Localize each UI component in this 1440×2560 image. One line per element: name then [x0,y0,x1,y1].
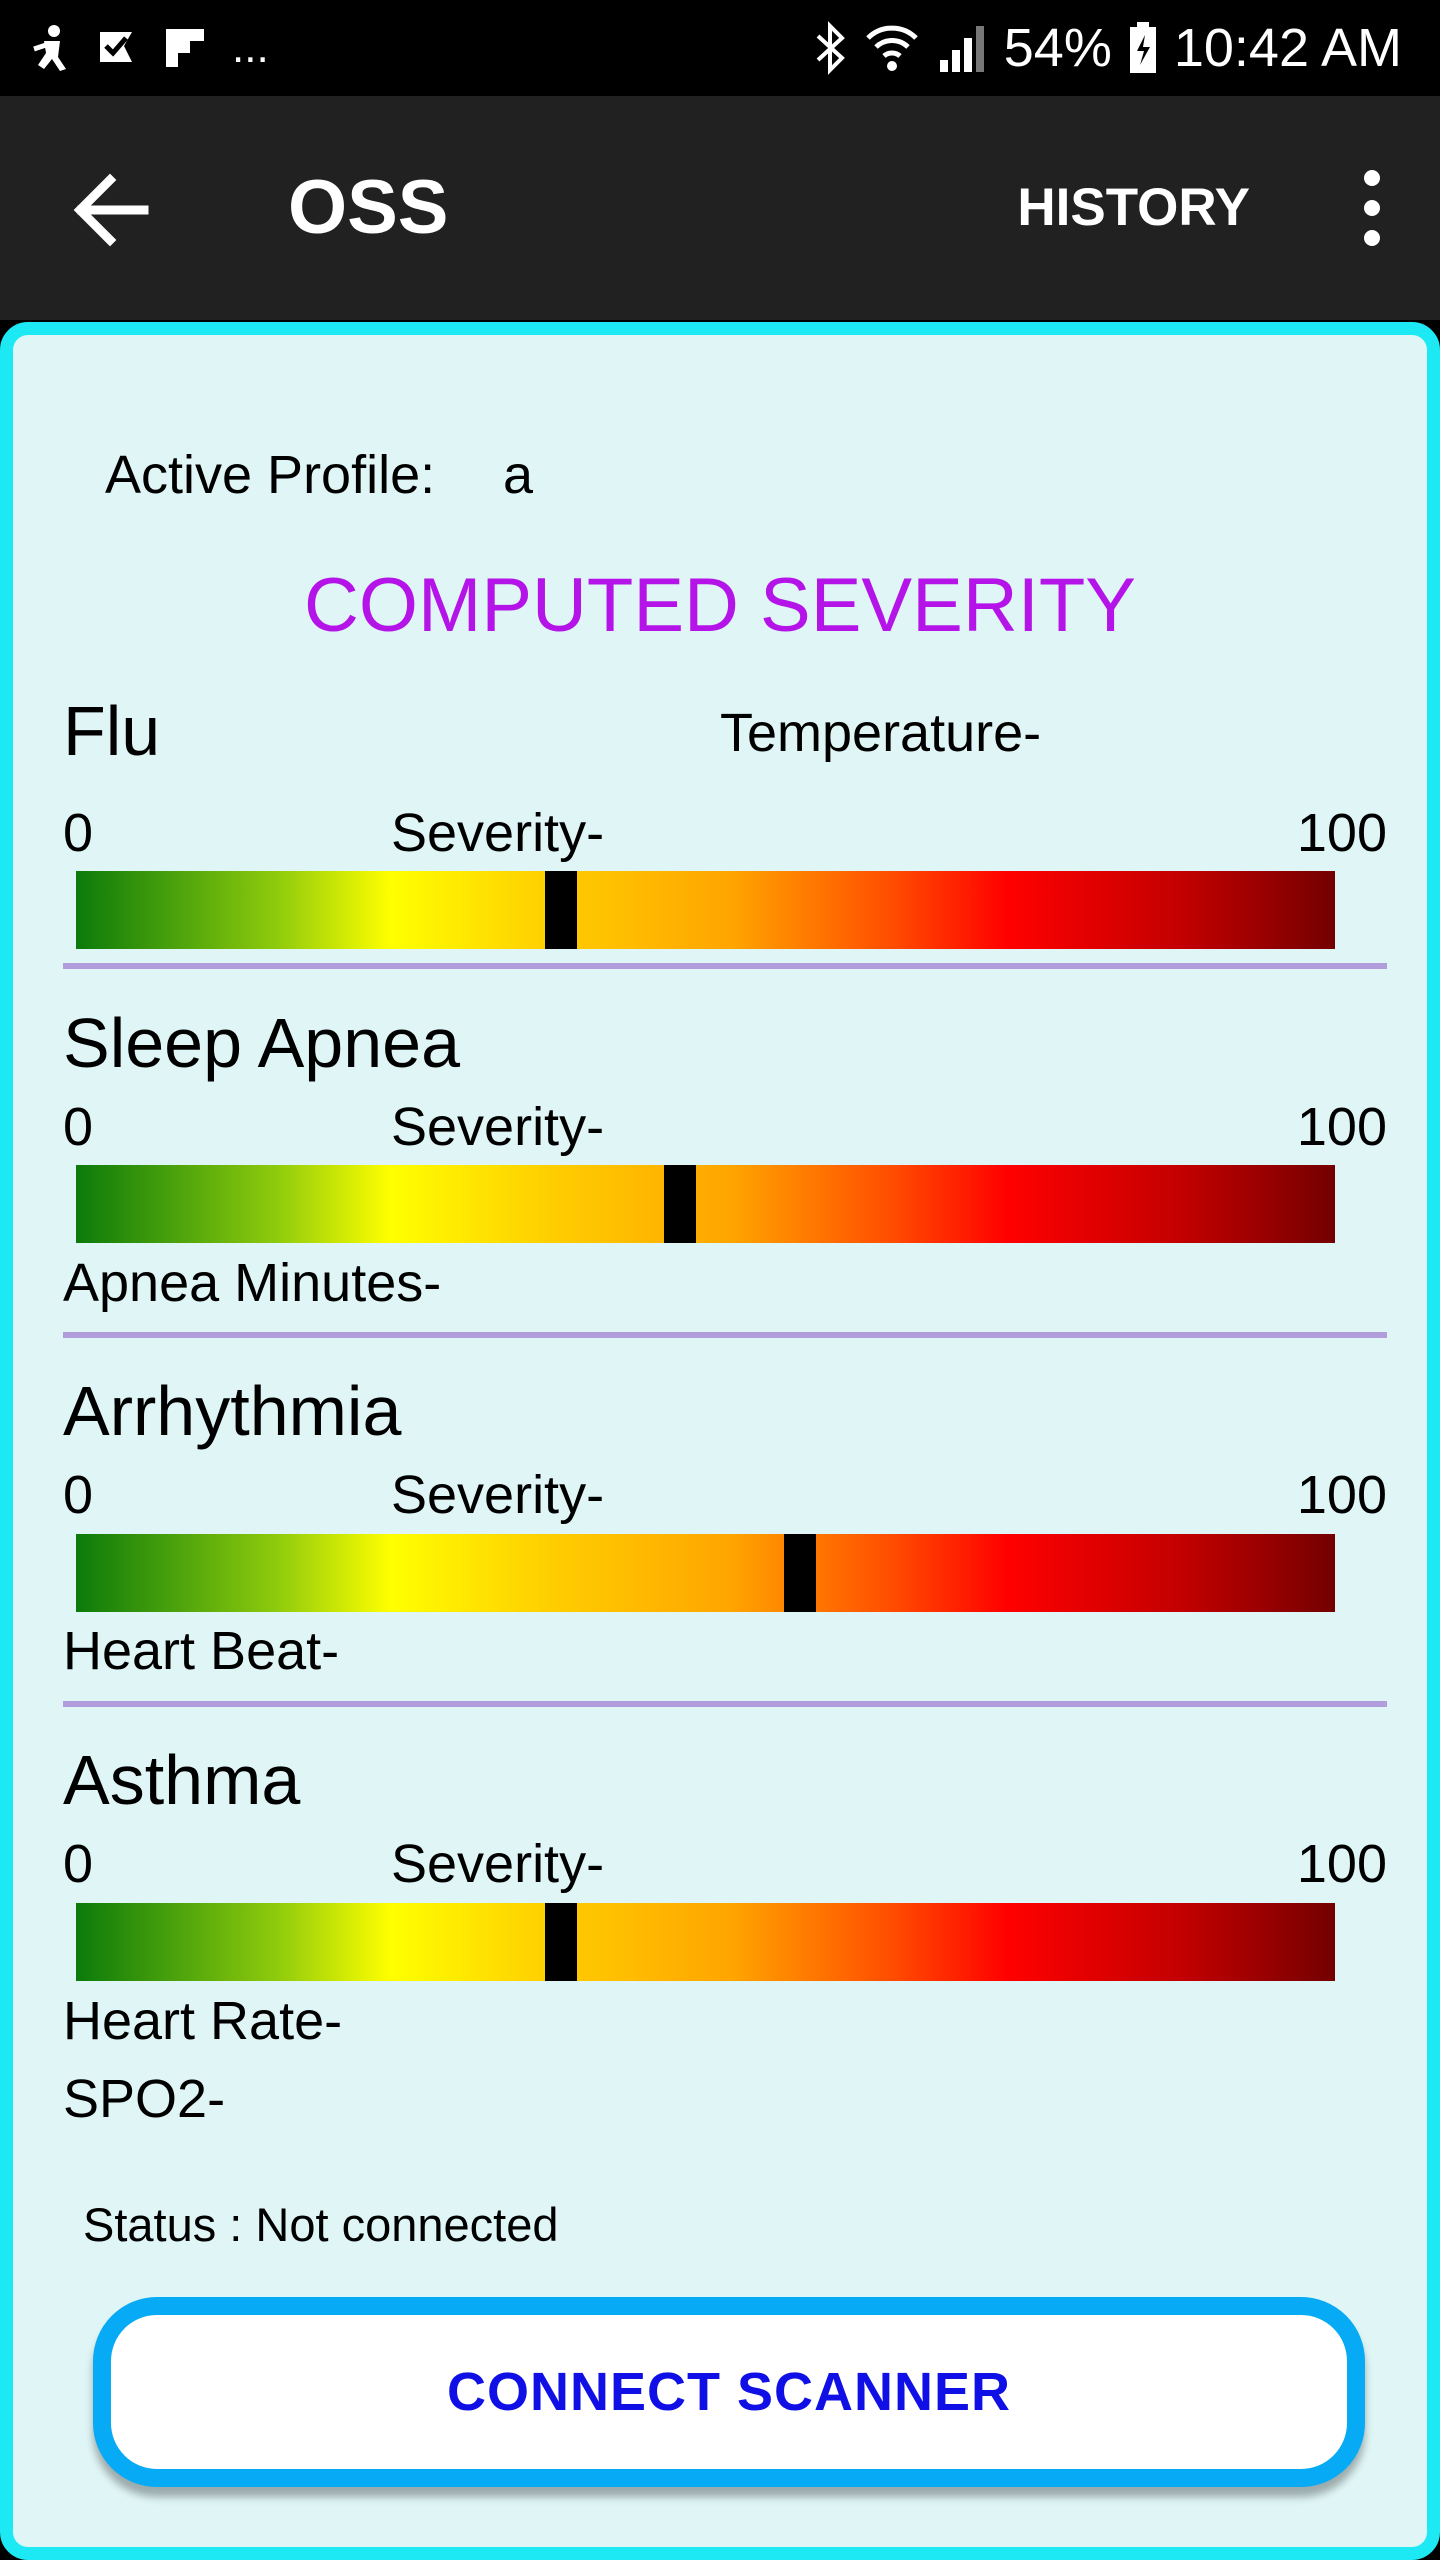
heart-beat-label: Heart Beat- [63,1621,340,1681]
apnea-minutes-label: Apnea Minutes- [63,1253,442,1313]
asthma-severity-bar [76,1903,1335,1981]
sleep-apnea-severity-bar [76,1165,1335,1243]
notification-app-icon [33,25,66,71]
system-status: 54% 10:42 AM [814,14,1402,82]
back-arrow-icon[interactable] [70,168,154,252]
arrhythmia-min-label: 0 [63,1465,94,1525]
arrhythmia-severity-bar [76,1534,1335,1612]
sleep-apnea-severity-label: Severity- [391,1097,605,1157]
app-title: OSS [288,165,449,250]
status-bar: ... 54% 10:42 AM [0,0,1440,96]
active-profile-label: Active Profile: [105,445,436,505]
flu-severity-label: Severity- [391,803,605,863]
asthma-title: Asthma [63,1741,301,1819]
connect-scanner-label: CONNECT SCANNER [446,2362,1012,2422]
app-bar: OSS HISTORY [0,96,1440,320]
connect-scanner-button[interactable]: CONNECT SCANNER [93,2297,1365,2487]
flu-min-label: 0 [63,803,94,863]
severity-card: Active Profile: a COMPUTED SEVERITY Flu … [0,322,1440,2560]
arrhythmia-severity-marker [783,1534,816,1612]
asthma-severity-label: Severity- [391,1834,605,1894]
clock: 10:42 AM [1173,18,1402,78]
battery-percent: 54% [1003,18,1112,78]
asthma-min-label: 0 [63,1834,94,1894]
more-notifications-indicator: ... [232,23,269,72]
asthma-severity-marker [544,1903,577,1981]
flu-severity-bar [76,871,1335,949]
flu-max-label: 100 [1296,803,1387,863]
notification-icons: ... [30,18,269,78]
flipboard-icon [166,29,204,67]
connection-status: Status : Not connected [83,2198,559,2251]
section-divider [63,963,1387,969]
computed-severity-heading: COMPUTED SEVERITY [304,563,1136,648]
heart-rate-label: Heart Rate- [63,1991,343,2051]
bluetooth-icon [816,21,845,75]
overflow-menu-icon[interactable] [1350,166,1394,250]
wifi-icon [865,25,918,71]
arrhythmia-severity-label: Severity- [391,1465,605,1525]
temperature-label: Temperature- [720,703,1042,763]
flu-severity-marker [544,871,577,949]
sleep-apnea-min-label: 0 [63,1097,94,1157]
active-profile-value: a [503,445,534,505]
section-divider [63,1332,1387,1338]
battery-icon [1129,22,1156,73]
sleep-apnea-max-label: 100 [1296,1097,1387,1157]
section-divider [63,1701,1387,1707]
arrhythmia-max-label: 100 [1296,1465,1387,1525]
sleep-apnea-severity-marker [664,1165,697,1243]
history-button[interactable]: HISTORY [1017,176,1250,240]
sleep-apnea-title: Sleep Apnea [63,1004,461,1082]
signal-icon [939,26,984,72]
asthma-max-label: 100 [1296,1834,1387,1894]
spo2-label: SPO2- [63,2069,226,2129]
arrhythmia-title: Arrhythmia [63,1372,402,1450]
flu-title: Flu [63,692,161,770]
check-flag-icon [100,32,132,62]
